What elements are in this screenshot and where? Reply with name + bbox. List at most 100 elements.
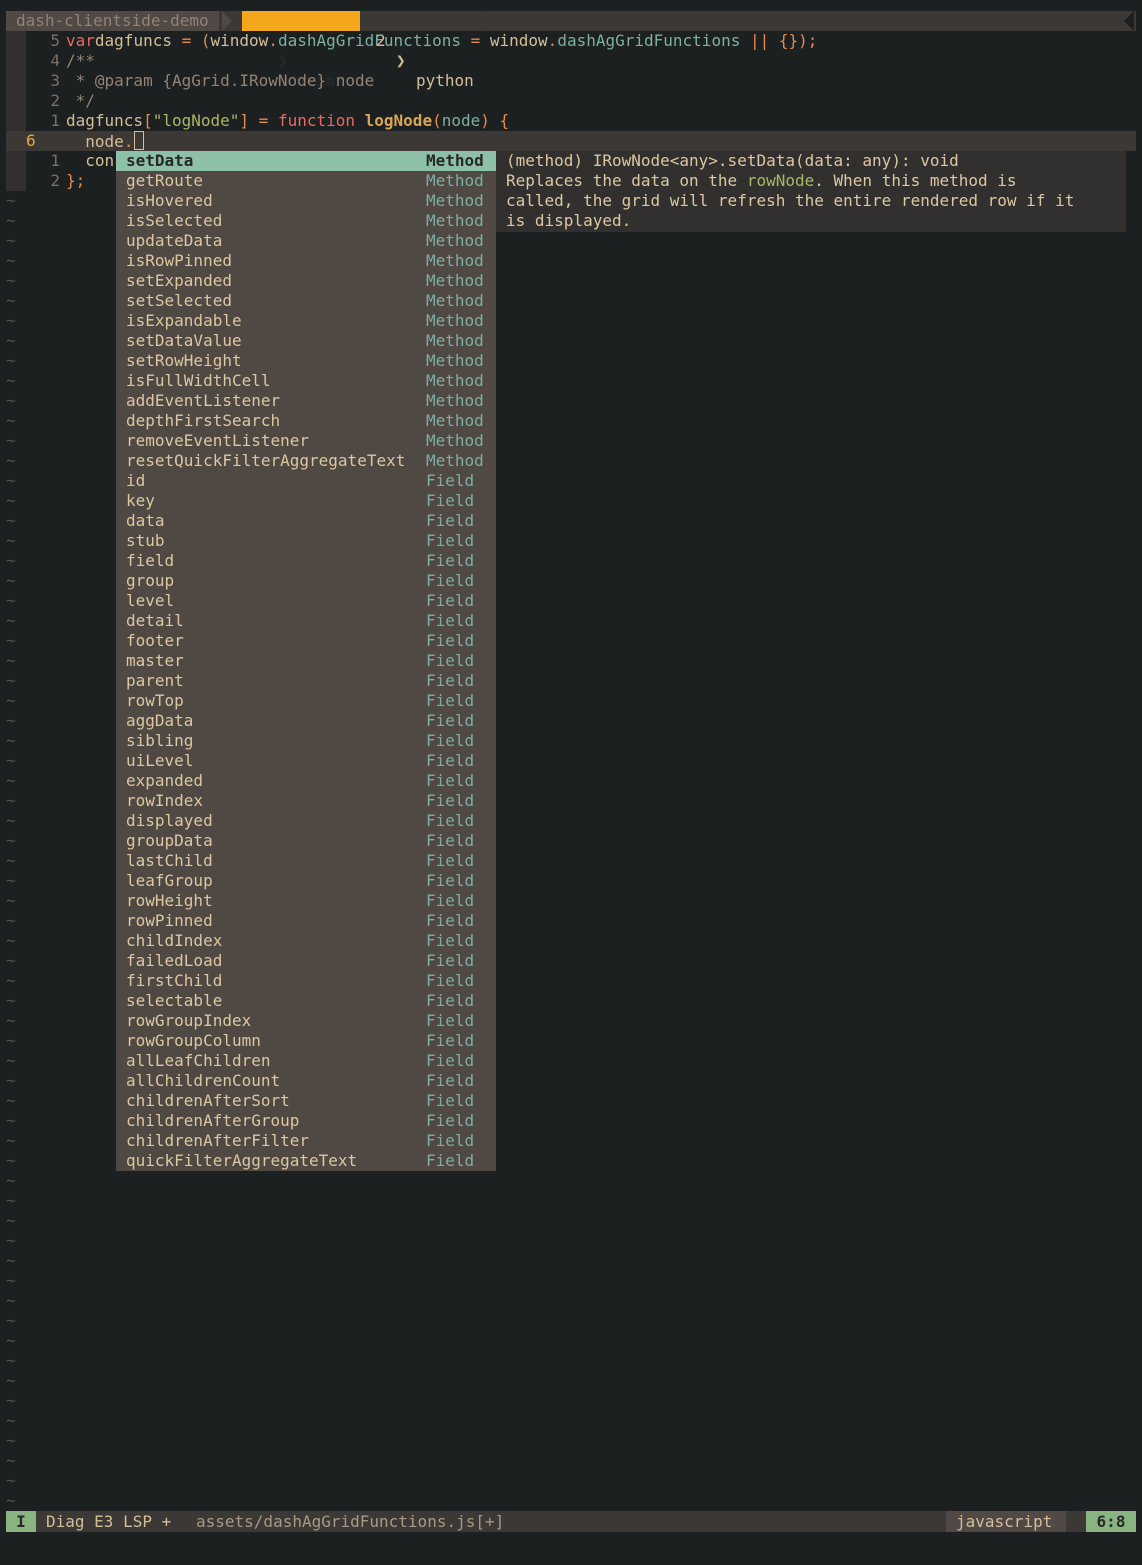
code-line[interactable]: 2 */	[6, 91, 1136, 111]
completion-item[interactable]: detail Field	[116, 611, 496, 631]
completion-label: uiLevel	[126, 751, 194, 770]
completion-kind: Method	[426, 391, 484, 410]
line-number: 4	[50, 51, 60, 70]
tilde-marker: ~	[6, 931, 16, 950]
documentation-popup: (method) IRowNode<any>.setData(data: any…	[496, 151, 1126, 232]
completion-item[interactable]: allChildrenCount Field	[116, 1071, 496, 1091]
completion-item[interactable]: aggData Field	[116, 711, 496, 731]
completion-item[interactable]: master Field	[116, 651, 496, 671]
code-line[interactable]: 6 node.	[6, 131, 1136, 151]
tilde-marker: ~	[6, 971, 16, 990]
completion-item[interactable]: expanded Field	[116, 771, 496, 791]
tilde-marker: ~	[6, 311, 16, 330]
completion-item[interactable]: childrenAfterGroup Field	[116, 1111, 496, 1131]
completion-item[interactable]: isRowPinned Method	[116, 251, 496, 271]
tmux-session-name[interactable]: dash-clientside-demo	[6, 11, 219, 31]
completion-item[interactable]: parent Field	[116, 671, 496, 691]
code-line[interactable]: 3 * @param {AgGrid.IRowNode} node	[6, 71, 1136, 91]
completion-item[interactable]: depthFirstSearch Method	[116, 411, 496, 431]
completion-item[interactable]: rowPinned Field	[116, 911, 496, 931]
code-text: };	[66, 171, 85, 191]
tilde-marker: ~	[6, 951, 16, 970]
completion-item[interactable]: stub Field	[116, 531, 496, 551]
completion-item[interactable]: selectable Field	[116, 991, 496, 1011]
completion-item[interactable]: childrenAfterSort Field	[116, 1091, 496, 1111]
completion-item[interactable]: childrenAfterFilter Field	[116, 1131, 496, 1151]
completion-item[interactable]: key Field	[116, 491, 496, 511]
completion-kind: Method	[426, 371, 484, 390]
completion-item[interactable]: allLeafChildren Field	[116, 1051, 496, 1071]
completion-item[interactable]: setData Method	[116, 151, 496, 171]
code-token: dashAgGridFunctions	[277, 31, 471, 50]
completion-kind: Field	[426, 531, 475, 550]
completion-item[interactable]: data Field	[116, 511, 496, 531]
tilde-marker: ~	[6, 1211, 16, 1230]
completion-item[interactable]: setRowHeight Method	[116, 351, 496, 371]
doc-line: is displayed.	[506, 211, 632, 230]
completion-item[interactable]: field Field	[116, 551, 496, 571]
code-line[interactable]: 1 dagfuncs["logNode"] = function logNode(…	[6, 111, 1136, 131]
completion-item[interactable]: firstChild Field	[116, 971, 496, 991]
completion-menu[interactable]: setData Method getRoute Method isHovered Meth…	[116, 151, 496, 1171]
doc-signature: (method) IRowNode<any>.setData(data: any…	[506, 151, 959, 170]
completion-item[interactable]: isExpandable Method	[116, 311, 496, 331]
completion-item[interactable]: quickFilterAggregateText Field	[116, 1151, 496, 1171]
completion-item[interactable]: setDataValue Method	[116, 331, 496, 351]
completion-item[interactable]: isHovered Method	[116, 191, 496, 211]
code-token: .	[547, 31, 558, 50]
completion-kind: Field	[426, 751, 475, 770]
completion-item[interactable]: resetQuickFilterAggregateText Method	[116, 451, 496, 471]
code-text: con	[66, 151, 114, 171]
completion-item[interactable]: childIndex Field	[116, 931, 496, 951]
completion-kind: Field	[426, 951, 475, 970]
completion-item[interactable]: failedLoad Field	[116, 951, 496, 971]
powerline-end-icon	[1124, 11, 1134, 31]
completion-kind: Field	[426, 671, 475, 690]
completion-item[interactable]: setSelected Method	[116, 291, 496, 311]
statusline: I Diag E3 LSP + assets/dashAgGridFunctio…	[6, 1511, 1136, 1532]
completion-item[interactable]: addEventListener Method	[116, 391, 496, 411]
completion-item[interactable]: rowGroupColumn Field	[116, 1031, 496, 1051]
completion-item[interactable]: isFullWidthCell Method	[116, 371, 496, 391]
completion-kind: Field	[426, 1051, 475, 1070]
completion-item[interactable]: updateData Method	[116, 231, 496, 251]
completion-item[interactable]: displayed Field	[116, 811, 496, 831]
completion-item[interactable]: rowHeight Field	[116, 891, 496, 911]
tilde-marker: ~	[6, 571, 16, 590]
code-token: (	[432, 111, 442, 130]
tilde-marker: ~	[6, 471, 16, 490]
completion-kind: Field	[426, 771, 475, 790]
completion-item[interactable]: group Field	[116, 571, 496, 591]
completion-item[interactable]: leafGroup Field	[116, 871, 496, 891]
completion-kind: Method	[426, 231, 484, 250]
completion-item[interactable]: rowGroupIndex Field	[116, 1011, 496, 1031]
tmux-window-2[interactable]: 2 ❯ python	[360, 11, 500, 90]
completion-item[interactable]: getRoute Method	[116, 171, 496, 191]
completion-item[interactable]: removeEventListener Method	[116, 431, 496, 451]
completion-item[interactable]: rowTop Field	[116, 691, 496, 711]
completion-kind: Field	[426, 1131, 475, 1150]
completion-label: firstChild	[126, 971, 223, 990]
completion-item[interactable]: lastChild Field	[116, 851, 496, 871]
completion-item[interactable]: groupData Field	[116, 831, 496, 851]
tmux-window-1[interactable]: 1 ❯ nvim	[242, 11, 360, 90]
code-line[interactable]: 5 vardagfuncs = (window.dashAgGridFunctio…	[6, 31, 1136, 51]
completion-item[interactable]: id Field	[116, 471, 496, 491]
completion-label: detail	[126, 611, 184, 630]
code-line[interactable]: 4 /**	[6, 51, 1136, 71]
completion-label: field	[126, 551, 175, 570]
completion-item[interactable]: isSelected Method	[116, 211, 496, 231]
completion-label: isRowPinned	[126, 251, 232, 270]
code-token: * @param {AgGrid.IRowNode} node	[66, 71, 375, 90]
completion-item[interactable]: uiLevel Field	[116, 751, 496, 771]
completion-label: footer	[126, 631, 184, 650]
completion-item[interactable]: sibling Field	[116, 731, 496, 751]
completion-item[interactable]: level Field	[116, 591, 496, 611]
completion-label: childrenAfterFilter	[126, 1131, 310, 1150]
completion-item[interactable]: rowIndex Field	[116, 791, 496, 811]
completion-item[interactable]: footer Field	[116, 631, 496, 651]
tilde-marker: ~	[6, 1411, 16, 1430]
completion-item[interactable]: setExpanded Method	[116, 271, 496, 291]
completion-label: quickFilterAggregateText	[126, 1151, 358, 1170]
tilde-marker: ~	[6, 1291, 16, 1310]
